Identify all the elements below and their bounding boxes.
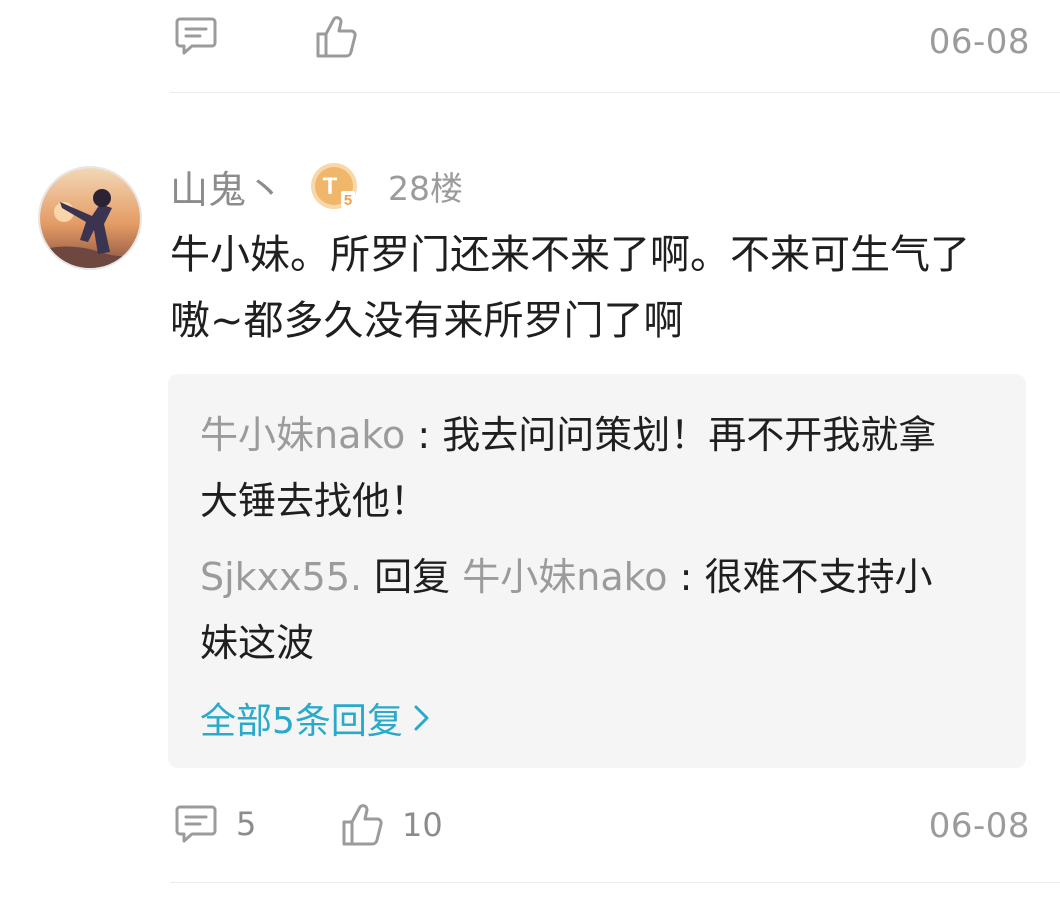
like-button[interactable]: 10 xyxy=(340,802,443,848)
reply-separator: : xyxy=(667,555,705,599)
level-badge-icon: T 5 xyxy=(310,162,358,210)
like-button[interactable] xyxy=(314,14,358,60)
previous-comment-date: 06-08 xyxy=(928,22,1030,62)
view-all-replies-link[interactable]: 全部5条回复 xyxy=(200,692,431,744)
reply-text: 我去问问策划！再不开我就拿 xyxy=(442,413,937,457)
reply-author[interactable]: 牛小妹nako xyxy=(200,413,405,457)
reply-text: 妹这波 xyxy=(200,621,315,665)
username[interactable]: 山鬼丶 xyxy=(170,159,284,214)
reply-separator: : xyxy=(405,413,443,457)
comment-body[interactable]: 牛小妹。所罗门还来不来了啊。不来可生气了 嗷~都多久没有来所罗门了啊 xyxy=(170,222,1030,354)
thumbs-up-icon xyxy=(316,16,357,58)
comment-header: 山鬼丶 T 5 28楼 xyxy=(170,156,463,216)
reply-target[interactable]: 牛小妹nako xyxy=(462,555,667,599)
reply-author[interactable]: Sjkxx55. xyxy=(200,555,362,599)
comment-icon xyxy=(175,805,217,843)
comment-date: 06-08 xyxy=(928,806,1030,846)
reply-count: 5 xyxy=(236,805,257,843)
avatar[interactable] xyxy=(38,166,142,270)
avatar-image xyxy=(40,168,140,268)
like-count: 10 xyxy=(402,806,443,844)
floor-number: 28楼 xyxy=(388,169,464,208)
reply-action: 回复 xyxy=(362,555,463,599)
comment-text-line: 牛小妹。所罗门还来不来了啊。不来可生气了 xyxy=(170,232,970,278)
comment-feed: 06-08 山鬼丶 T 5 28楼 牛小妹。所罗门还来不来了啊。不来可生气了 嗷… xyxy=(0,0,1060,916)
comment-text-line: 嗷~都多久没有来所罗门了啊 xyxy=(170,298,684,344)
level-badge-number: 5 xyxy=(344,192,352,209)
divider xyxy=(170,92,1060,93)
reply-button[interactable]: 5 xyxy=(174,802,256,846)
replies-panel[interactable]: 牛小妹nako : 我去问问策划！再不开我就拿 大锤去找他！ Sjkxx55. … xyxy=(168,374,1026,768)
divider xyxy=(170,882,1060,883)
reply-item[interactable]: 牛小妹nako : 我去问问策划！再不开我就拿 大锤去找他！ xyxy=(200,402,1000,534)
previous-comment-actions: 06-08 xyxy=(170,10,1030,62)
comment-icon xyxy=(175,17,217,55)
chevron-right-icon xyxy=(414,705,429,731)
reply-text: 大锤去找他！ xyxy=(200,479,429,523)
reply-text: 很难不支持小 xyxy=(704,555,933,599)
reply-button[interactable] xyxy=(174,14,218,58)
thumbs-up-icon xyxy=(342,804,383,846)
reply-item[interactable]: Sjkxx55. 回复 牛小妹nako : 很难不支持小 妹这波 xyxy=(200,544,1000,676)
view-all-replies-label: 全部5条回复 xyxy=(200,701,403,742)
comment-actions: 5 10 06-08 xyxy=(170,798,1030,852)
level-badge-letter: T xyxy=(323,173,338,200)
